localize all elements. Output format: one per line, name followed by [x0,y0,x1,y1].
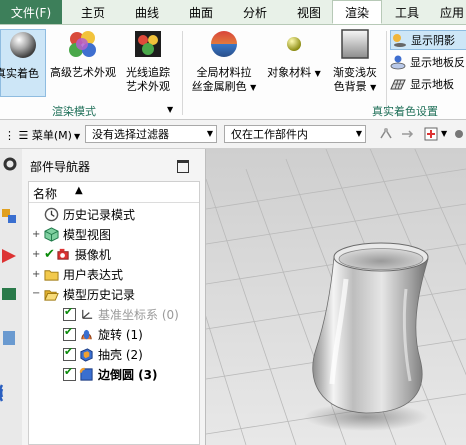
datum-csys-icon [82,309,93,319]
snap-link-icon[interactable] [378,126,394,142]
clock-icon [44,207,59,221]
cup-opening [338,248,424,270]
advanced-studio-icon [69,31,96,57]
model-view-icon [44,226,59,242]
panel-title: 部件导航器 [30,160,91,174]
web-browser-icon[interactable] [0,381,18,403]
tab-render[interactable]: 渲染 [332,0,382,24]
chevron-down-icon: ▼ [355,129,362,138]
expand-icon[interactable]: + [32,249,40,260]
folder-icon [44,269,59,281]
shell-icon [80,347,93,362]
constraint-navigator-icon[interactable] [0,247,18,265]
selection-scope-select[interactable]: 仅在工作部件内 ▼ [224,125,366,143]
add-point-dropdown-icon[interactable]: ▼ [441,129,447,138]
sort-ascending-icon[interactable]: ▲ [75,185,83,196]
revolve-icon [81,329,92,339]
tab-analysis[interactable]: 分析 [228,0,282,24]
collapse-icon[interactable]: − [32,288,40,299]
visibility-checkbox[interactable] [63,305,76,321]
column-header[interactable]: 名称 ▲ [29,182,199,203]
selection-toolbar: ⋮ ☰ 菜单(M) ▼ 没有选择过滤器 ▼ 仅在工作部件内 ▼ ▼ [0,120,466,149]
tree-item-model-views[interactable]: 模型视图 [44,225,111,243]
edge-blend-icon [79,367,93,381]
maximize-icon[interactable] [177,160,189,173]
expand-icon[interactable]: + [32,269,40,280]
tree-item-shell[interactable]: 抽壳 (2) [63,345,143,363]
chevron-down-icon: ▼ [206,129,213,138]
snap-arrow-icon[interactable] [400,126,416,142]
true-shading-settings-label: 真实着色设置 [372,105,438,118]
render-mode-group-menu-icon[interactable]: ▼ [167,105,173,114]
true-shading-icon [10,32,36,58]
navigator-tree: 名称 ▲ 历史记录模式 + 模型视图 + ✔ 摄像机 + 用户表达式 − 模型历… [28,181,200,445]
floor-reflection-icon [390,55,406,70]
folder-open-icon [44,289,59,301]
global-material-icon [211,31,237,57]
ribbon: 真实着色 高级艺术外观 光线追踪 艺术外观 渲染模式 ▼ 全局材料拉 丝金属刷色… [0,25,466,120]
camera-icon [57,248,69,260]
visibility-checkbox[interactable] [63,365,76,381]
graphics-viewport[interactable] [206,149,466,445]
advanced-studio-button[interactable]: 高级艺术外观 [48,29,118,80]
tree-item-revolve[interactable]: 旋转 (1) [63,325,143,343]
menu-icon: ☰ [18,129,29,142]
menu-dropdown[interactable]: ⋮ ☰ 菜单(M) ▼ [4,127,80,143]
tree-item-cameras[interactable]: ✔ 摄像机 [44,245,111,263]
tree-item-edge-blend[interactable]: 边倒圆 (3) [63,365,158,383]
file-menu[interactable]: 文件(F) [0,0,62,24]
true-shading-button[interactable]: 真实着色 [0,29,46,97]
tab-view[interactable]: 视图 [282,0,336,24]
assembly-navigator-icon[interactable] [0,207,18,225]
object-material-icon [287,37,301,51]
tree-item-datum-csys[interactable]: 基准坐标系 (0) [63,305,179,323]
gradient-background-icon [341,29,369,59]
ray-traced-studio-button[interactable]: 光线追踪 艺术外观 [120,29,176,94]
expand-icon[interactable]: + [32,229,40,240]
check-mark-icon: ✔ [44,246,55,262]
menu-dots-icon: ⋮ [4,129,15,142]
tree-item-user-expressions[interactable]: 用户表达式 [44,265,123,283]
visibility-checkbox[interactable] [63,325,76,341]
menu-dropdown-arrow-icon: ▼ [73,132,81,141]
render-scene [206,149,466,445]
more-tools-icon[interactable] [452,126,466,142]
global-material-dropdown-icon[interactable]: ▼ [250,83,256,92]
tab-curve[interactable]: 曲线 [120,0,174,24]
tree-item-history-mode[interactable]: 历史记录模式 [44,205,135,223]
tab-applications[interactable]: 应用 [432,0,466,24]
add-point-icon[interactable] [423,126,439,142]
visibility-checkbox[interactable] [63,345,76,361]
selection-filter-select[interactable]: 没有选择过滤器 ▼ [85,125,217,143]
show-floor-reflection-button[interactable]: 显示地板反 [390,52,466,72]
show-shadows-button[interactable]: 显示阴影 [390,30,466,50]
shadow-icon [393,34,406,47]
render-mode-group-label: 渲染模式 [52,105,96,118]
global-material-button[interactable]: 全局材料拉 丝金属刷色 ▼ [190,29,258,95]
gradient-background-dropdown-icon[interactable]: ▼ [370,83,376,92]
tab-tools[interactable]: 工具 [384,0,430,24]
menu-bar: 文件(F) 主页 曲线 曲面 分析 视图 渲染 工具 应用 [0,0,466,25]
show-floor-button[interactable]: 显示地板 [390,74,466,94]
reuse-library-icon[interactable] [0,329,18,347]
floor-grid-icon [390,79,406,90]
ray-trace-icon [135,31,161,57]
object-material-dropdown-icon[interactable]: ▼ [315,69,321,78]
gradient-background-button[interactable]: 渐变浅灰 色背景 ▼ [326,29,384,95]
part-navigator-panel: 部件导航器 名称 ▲ 历史记录模式 + 模型视图 + ✔ 摄像机 + 用户表达式 [22,149,206,445]
tree-item-model-history[interactable]: 模型历史记录 [44,285,135,303]
tab-home[interactable]: 主页 [66,0,120,24]
object-material-button[interactable]: 对象材料 ▼ [266,29,322,81]
ribbon-divider [182,31,183,115]
resource-bar [0,149,23,445]
tab-surface[interactable]: 曲面 [174,0,228,24]
gear-icon[interactable] [1,155,19,173]
part-navigator-icon[interactable] [0,285,18,303]
